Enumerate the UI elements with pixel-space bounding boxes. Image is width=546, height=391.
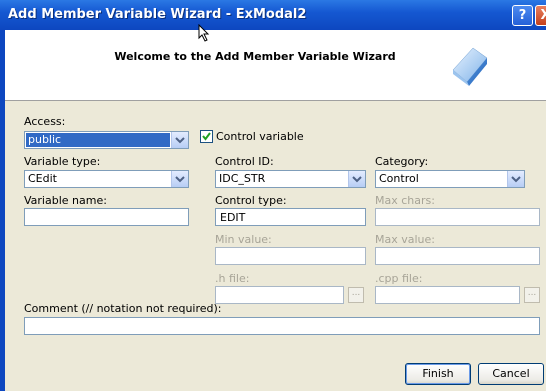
control-type-label: Control type: [215, 194, 287, 207]
variable-name-input[interactable] [24, 208, 189, 226]
cpp-file-label: .cpp file: [375, 272, 423, 285]
wizard-cube-icon [452, 47, 488, 86]
finish-button[interactable]: Finish [405, 363, 471, 385]
h-file-input [215, 286, 344, 304]
control-variable-label: Control variable [216, 130, 304, 143]
variable-name-label: Variable name: [24, 194, 107, 207]
header-title: Welcome to the Add Member Variable Wizar… [114, 50, 396, 63]
checkmark-icon [202, 132, 211, 141]
control-id-select[interactable]: IDC_STR [215, 170, 366, 188]
access-dropdown-arrow[interactable] [171, 132, 188, 148]
chevron-down-icon [352, 176, 362, 183]
chevron-down-icon [511, 176, 521, 183]
control-id-dropdown-arrow[interactable] [348, 171, 365, 187]
window-title: Add Member Variable Wizard - ExModal2 [8, 7, 307, 22]
comment-input[interactable] [24, 317, 540, 335]
access-value: public [26, 133, 170, 147]
variable-type-dropdown-arrow[interactable] [171, 171, 188, 187]
access-label: Access: [24, 115, 66, 128]
access-select[interactable]: public [24, 131, 189, 149]
max-chars-input [375, 208, 540, 226]
chevron-down-icon [175, 176, 185, 183]
category-dropdown-arrow[interactable] [507, 171, 524, 187]
category-select[interactable]: Control [375, 170, 525, 188]
cancel-button[interactable]: Cancel [478, 363, 544, 385]
close-icon: X [540, 8, 546, 23]
category-label: Category: [375, 155, 429, 168]
control-type-field: EDIT [215, 208, 366, 226]
cpp-file-input [375, 286, 520, 304]
max-chars-label: Max chars: [375, 194, 435, 207]
variable-type-value: CEdit [28, 172, 57, 185]
cpp-file-browse-button: ... [524, 287, 540, 303]
min-value-input [215, 247, 366, 265]
variable-type-select[interactable]: CEdit [24, 170, 189, 188]
control-id-value: IDC_STR [219, 172, 266, 185]
variable-type-label: Variable type: [24, 155, 101, 168]
chevron-down-icon [175, 137, 185, 144]
min-value-label: Min value: [215, 233, 272, 246]
title-bar[interactable]: Add Member Variable Wizard - ExModal2 ? … [0, 0, 546, 30]
comment-label: Comment (// notation not required): [24, 302, 222, 315]
close-button[interactable]: X [535, 5, 546, 26]
help-button[interactable]: ? [512, 5, 533, 26]
max-value-label: Max value: [375, 233, 435, 246]
category-value: Control [379, 172, 419, 185]
control-variable-checkbox[interactable] [200, 130, 213, 143]
h-file-browse-button: ... [348, 287, 364, 303]
control-id-label: Control ID: [215, 155, 274, 168]
h-file-label: .h file: [215, 272, 250, 285]
max-value-input [375, 247, 540, 265]
help-icon: ? [518, 8, 527, 23]
wizard-window: Add Member Variable Wizard - ExModal2 ? … [0, 0, 546, 391]
mouse-cursor-icon [198, 24, 210, 42]
wizard-header: Welcome to the Add Member Variable Wizar… [5, 30, 546, 101]
